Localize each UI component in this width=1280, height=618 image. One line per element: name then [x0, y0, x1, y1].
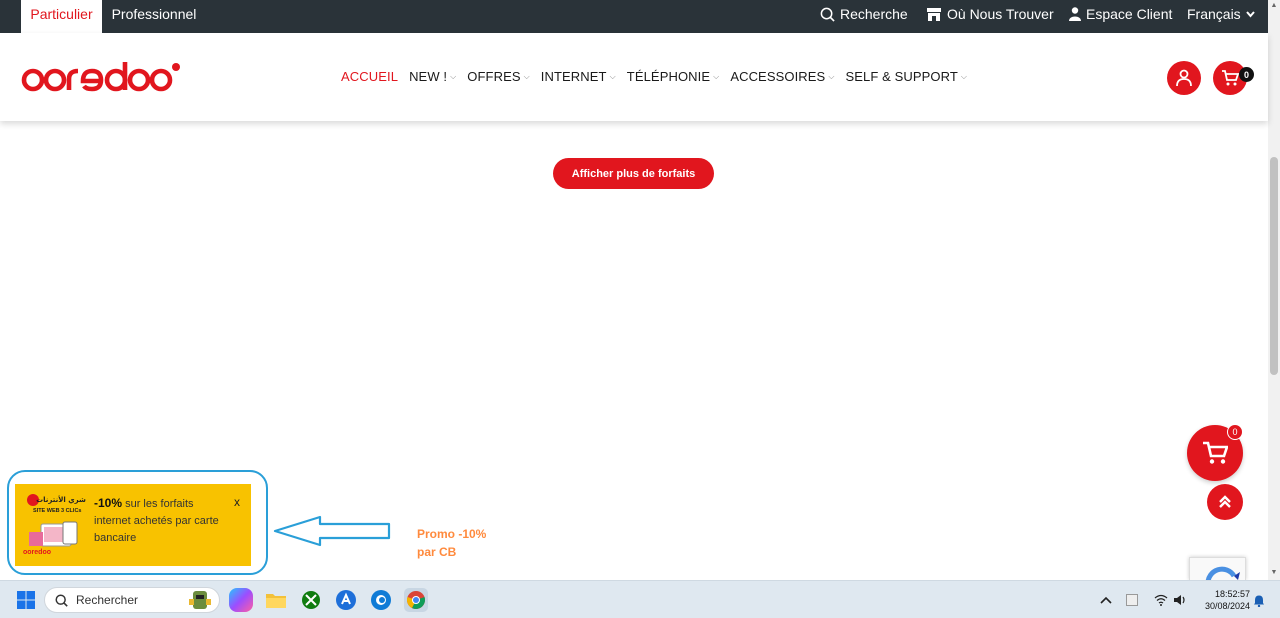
- scroll-to-top-button[interactable]: [1207, 484, 1243, 520]
- chrome-app-icon[interactable]: [404, 588, 428, 612]
- system-tray: [1100, 581, 1195, 618]
- chevron-down-icon: ⌵: [450, 71, 457, 81]
- annotation-line-2: par CB: [417, 545, 457, 559]
- stores-link[interactable]: Où Nous Trouver: [926, 0, 1054, 28]
- nav-offres-label: OFFRES: [467, 69, 521, 84]
- scroll-down-arrow-icon[interactable]: ▼: [1270, 569, 1278, 577]
- annotation-line-1: Promo -10%: [417, 527, 487, 541]
- notification-bell-icon[interactable]: [1253, 594, 1265, 607]
- nav-accueil-label: ACCUEIL: [341, 69, 399, 84]
- tab-professionnel[interactable]: Professionnel: [105, 0, 203, 33]
- store-icon: [927, 7, 941, 21]
- nav-telephonie[interactable]: TÉLÉPHONIE ⌵: [627, 69, 720, 84]
- search-icon: [820, 7, 835, 22]
- top-utility-bar: Particulier Professionnel Recherche Où N…: [0, 0, 1268, 33]
- account-link[interactable]: Espace Client: [1069, 0, 1172, 28]
- promo-banner[interactable]: شري الأنترنات SITE WEB 3 CLICs ooredoo -…: [15, 484, 251, 566]
- annotation-arrow-icon: [273, 515, 391, 547]
- double-chevron-up-icon: [1219, 495, 1231, 508]
- promo-percent: -10%: [94, 496, 123, 510]
- nav-offres[interactable]: OFFRES ⌵: [467, 69, 530, 84]
- scrollbar-thumb[interactable]: [1270, 157, 1278, 375]
- recaptcha-badge[interactable]: [1189, 557, 1246, 580]
- windows-logo-icon: [17, 591, 35, 609]
- chevron-up-icon[interactable]: [1100, 595, 1112, 605]
- copilot-app-icon[interactable]: [229, 588, 253, 612]
- chevron-down-icon: [1245, 10, 1255, 18]
- promo-annotation: Promo -10% par CB: [417, 525, 486, 561]
- xbox-app-icon[interactable]: [299, 588, 323, 612]
- cart-icon: [1203, 441, 1228, 464]
- chrome-icon: [407, 591, 425, 609]
- taskbar-search[interactable]: Rechercher: [44, 587, 220, 613]
- edge-app-icon[interactable]: [369, 588, 393, 612]
- language-label: Français: [1187, 6, 1241, 22]
- nav-internet[interactable]: INTERNET ⌵: [541, 69, 616, 84]
- browser-page: Particulier Professionnel Recherche Où N…: [0, 0, 1280, 618]
- page-scrollbar[interactable]: ▲ ▼: [1268, 0, 1280, 580]
- wifi-icon[interactable]: [1154, 594, 1168, 606]
- taskbar-search-placeholder: Rechercher: [76, 593, 139, 607]
- nav-new[interactable]: NEW ! ⌵: [409, 69, 456, 84]
- nav-telephonie-label: TÉLÉPHONIE: [626, 69, 711, 84]
- stores-link-label: Où Nous Trouver: [947, 6, 1054, 22]
- ooredoo-logo-mark: [21, 62, 180, 92]
- nav-internet-label: INTERNET: [540, 69, 607, 84]
- windows-start-button[interactable]: [14, 588, 38, 612]
- clock-date: 30/08/2024: [1204, 601, 1250, 611]
- nav-self-support[interactable]: SELF & SUPPORT ⌵: [846, 69, 968, 84]
- tray-app-icon[interactable]: [1126, 594, 1138, 606]
- promo-illustration: شري الأنترنات SITE WEB 3 CLICs ooredoo: [23, 494, 86, 556]
- chevron-down-icon: ⌵: [523, 71, 530, 81]
- browser-app-icon[interactable]: [334, 588, 358, 612]
- nav-accueil[interactable]: ACCUEIL: [341, 69, 398, 84]
- nav-new-label: NEW !: [409, 69, 448, 84]
- account-link-label: Espace Client: [1086, 6, 1173, 22]
- promo-image-logo: ooredoo: [23, 549, 51, 556]
- main-header: ACCUEIL NEW ! ⌵ OFFRES ⌵ INTERNET ⌵ TÉLÉPHO…: [0, 33, 1268, 121]
- chevron-down-icon: ⌵: [713, 71, 720, 81]
- promo-image-clic: 3 CLICs: [61, 508, 81, 514]
- header-cart-count: 0: [1239, 67, 1254, 82]
- promo-message: -10% sur les forfaits internet achetés p…: [94, 495, 219, 547]
- nav-self-support-label: SELF & SUPPORT: [845, 69, 958, 84]
- promo-image: شري الأنترنات SITE WEB 3 CLICs ooredoo: [19, 490, 87, 560]
- file-explorer-icon[interactable]: [264, 588, 288, 612]
- language-selector[interactable]: Français: [1187, 0, 1255, 28]
- xbox-icon: [302, 591, 320, 609]
- taskbar-clock[interactable]: 18:52:57 30/08/2024: [1194, 588, 1250, 612]
- search-link[interactable]: Recherche: [820, 0, 908, 28]
- recaptcha-icon: [1205, 566, 1240, 580]
- close-promo-button[interactable]: x: [234, 495, 240, 509]
- ooredoo-logo[interactable]: [21, 62, 181, 103]
- main-nav: ACCUEIL NEW ! ⌵ OFFRES ⌵ INTERNET ⌵ TÉLÉPHO…: [341, 69, 978, 84]
- chevron-down-icon: ⌵: [828, 71, 835, 81]
- user-icon: [1176, 69, 1192, 87]
- search-link-label: Recherche: [840, 6, 908, 22]
- user-account-button[interactable]: [1167, 61, 1201, 95]
- chevron-down-icon: ⌵: [609, 71, 616, 81]
- nav-accessoires-label: ACCESSOIRES: [730, 69, 826, 84]
- promo-image-title: شري الأنترنات: [36, 495, 86, 504]
- chevron-down-icon: ⌵: [960, 71, 968, 81]
- windows-taskbar: Rechercher 18:52:57 30/08/2024: [0, 580, 1280, 618]
- floating-cart-count: 0: [1227, 424, 1243, 440]
- search-highlight-icon: [189, 591, 211, 609]
- nav-accessoires[interactable]: ACCESSOIRES ⌵: [730, 69, 834, 84]
- folder-icon: [266, 594, 286, 608]
- cart-icon: [1222, 70, 1239, 86]
- volume-icon[interactable]: [1173, 594, 1187, 606]
- copilot-key-icon: [336, 590, 356, 610]
- clock-time: 18:52:57: [1214, 589, 1250, 599]
- show-more-plans-button[interactable]: Afficher plus de forfaits: [553, 158, 714, 189]
- search-icon: [55, 593, 68, 607]
- tab-particulier[interactable]: Particulier: [21, 0, 102, 33]
- scroll-up-arrow-icon[interactable]: ▲: [1270, 2, 1278, 10]
- promo-image-subtitle: SITE WEB: [33, 508, 60, 514]
- edge-icon: [371, 590, 391, 610]
- user-icon: [1069, 7, 1081, 21]
